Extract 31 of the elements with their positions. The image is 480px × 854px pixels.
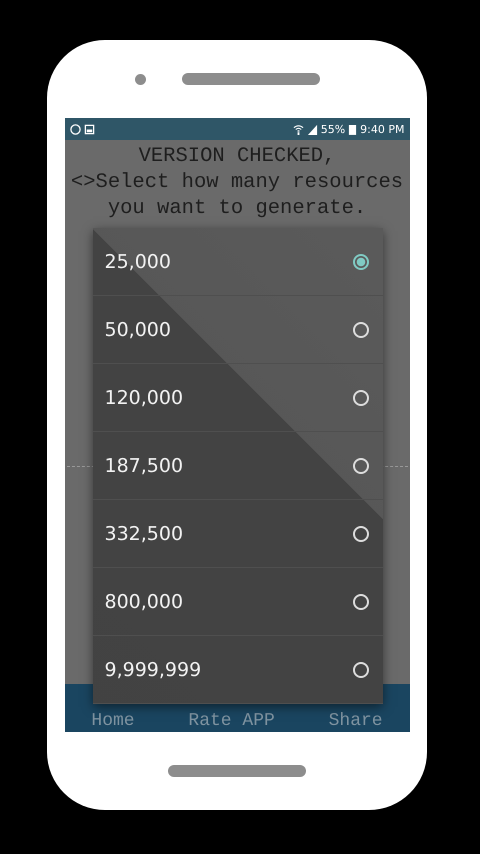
option-label: 800,000 <box>104 590 184 612</box>
radio-button[interactable] <box>352 322 368 338</box>
option-label: 120,000 <box>104 386 184 408</box>
option-label: 332,500 <box>104 522 184 544</box>
wifi-icon <box>292 124 304 134</box>
radio-button[interactable] <box>352 254 368 270</box>
option-row[interactable]: 800,000 <box>92 568 382 636</box>
battery-icon <box>348 124 358 134</box>
option-label: 50,000 <box>104 318 171 340</box>
image-icon <box>84 124 94 134</box>
signal-icon <box>306 124 318 134</box>
camera-dot <box>134 74 146 84</box>
option-row[interactable]: 120,000 <box>92 364 382 432</box>
option-row[interactable]: 9,999,999 <box>92 636 382 704</box>
radio-button[interactable] <box>352 594 368 610</box>
radio-button[interactable] <box>352 662 368 678</box>
radio-button[interactable] <box>352 526 368 542</box>
option-label: 25,000 <box>104 250 171 272</box>
radio-button[interactable] <box>352 390 368 406</box>
option-row[interactable]: 332,500 <box>92 500 382 568</box>
option-row[interactable]: 50,000 <box>92 296 382 364</box>
option-row[interactable]: 187,500 <box>92 432 382 500</box>
option-row[interactable]: 25,000 <box>92 228 382 296</box>
radio-button[interactable] <box>352 458 368 474</box>
clock-time: 9:40 PM <box>360 122 404 136</box>
option-label: 187,500 <box>104 454 184 476</box>
option-label: 9,999,999 <box>104 658 202 680</box>
message-text: you want to generate. <box>108 196 366 222</box>
message-text: <>Select how many resources <box>70 170 404 196</box>
message-text: VERSION CHECKED, <box>138 144 336 170</box>
battery-percent: 55% <box>320 122 346 136</box>
